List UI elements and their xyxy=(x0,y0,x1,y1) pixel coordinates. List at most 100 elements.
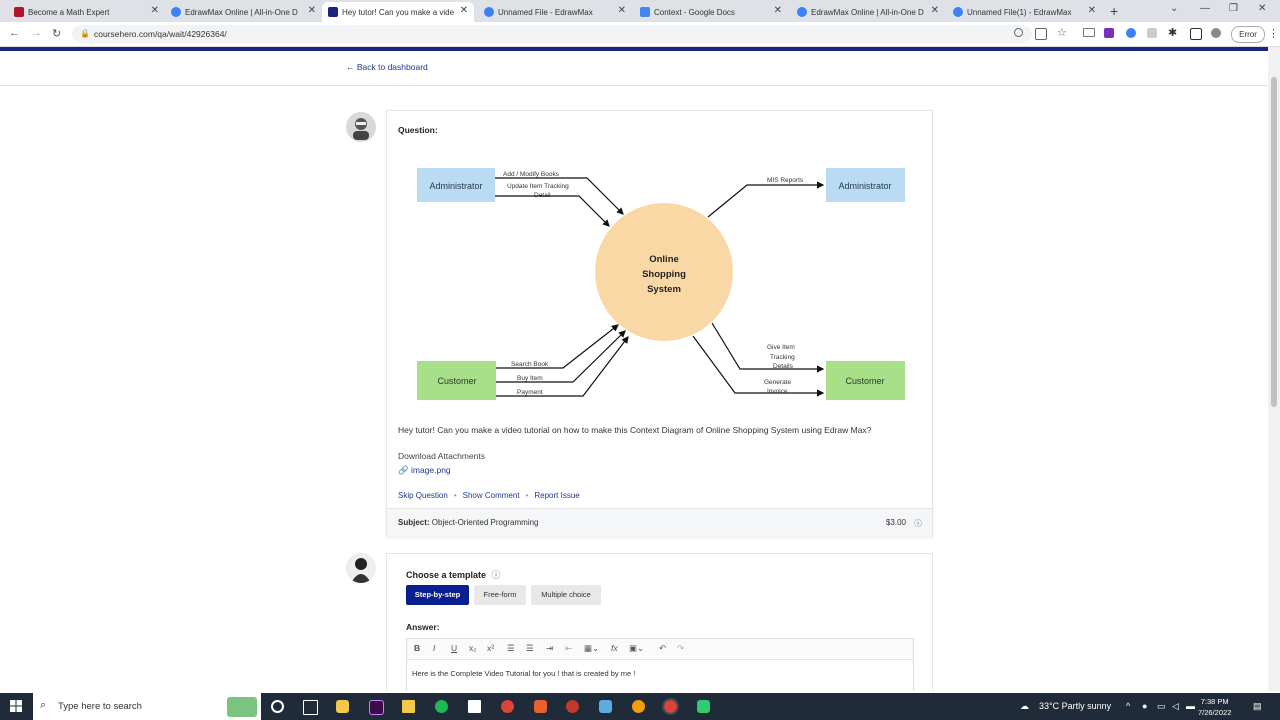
new-tab-icon[interactable]: + xyxy=(1110,3,1118,19)
question-text: Hey tutor! Can you make a video tutorial… xyxy=(398,425,872,435)
chevron-down-icon[interactable]: ⌄ xyxy=(1170,3,1178,14)
answer-text[interactable]: Here is the Complete Video Tutorial for … xyxy=(412,669,635,678)
share-icon[interactable] xyxy=(1035,28,1047,40)
close-icon[interactable]: ✕ xyxy=(1088,5,1096,16)
ordered-list-icon[interactable]: ☰ xyxy=(507,643,515,654)
back-to-dashboard-link[interactable]: ← Back to dashboard xyxy=(346,62,428,72)
close-icon[interactable]: ✕ xyxy=(931,5,939,16)
browser-tab-strip: Become a Math Expert ✕ EdrawMax Online |… xyxy=(0,0,1280,22)
show-comment-link[interactable]: Show Comment xyxy=(463,491,520,500)
page-scrollbar[interactable] xyxy=(1268,47,1280,691)
profile-avatar-icon[interactable] xyxy=(1211,28,1221,38)
tab-favicon-icon xyxy=(640,7,650,17)
underline-icon[interactable]: U xyxy=(451,643,457,653)
template-step-by-step-button[interactable]: Step-by-step xyxy=(406,585,469,605)
browser-tab[interactable]: Unnamed File - EdrawMax ✕ xyxy=(484,2,626,22)
taskbar-search[interactable]: ⌕ Type here to search xyxy=(33,693,261,720)
sidebar-icon[interactable] xyxy=(1190,28,1202,40)
admin-left-label: Administrator xyxy=(429,181,482,191)
minimize-icon[interactable]: — xyxy=(1200,3,1210,14)
formula-icon[interactable]: fx xyxy=(611,643,618,653)
app-icon[interactable] xyxy=(632,700,645,713)
browser-tab-active[interactable]: Hey tutor! Can you make a vide ✕ xyxy=(322,2,474,22)
error-button[interactable]: Error xyxy=(1231,26,1265,43)
template-multiple-choice-button[interactable]: Multiple choice xyxy=(531,585,601,605)
zoom-icon[interactable] xyxy=(1014,28,1023,37)
subscript-icon[interactable]: x₂ xyxy=(469,643,477,653)
chrome-active-icon[interactable] xyxy=(662,698,679,715)
address-bar[interactable]: 🔒 coursehero.com/qa/wait/42926364/ xyxy=(72,25,1032,43)
app-icon[interactable] xyxy=(534,700,547,713)
app-icon[interactable] xyxy=(336,700,349,713)
browser-tab[interactable]: Context - Google Docs ✕ xyxy=(640,2,782,22)
bold-icon[interactable]: B xyxy=(414,643,420,653)
browser-tab[interactable]: EdrawMax Online | All-in-One D ✕ xyxy=(797,2,939,22)
star-icon[interactable]: ☆ xyxy=(1057,26,1067,39)
premiere-icon[interactable] xyxy=(369,700,384,715)
mail-app-icon[interactable] xyxy=(599,700,612,713)
restore-icon[interactable]: ❐ xyxy=(1229,3,1238,14)
browser-tab[interactable]: EdrawMax Online | All-in-One D ✕ xyxy=(171,2,316,22)
info-icon[interactable]: ⓘ xyxy=(914,518,922,529)
flow-label: Buy Item xyxy=(517,375,543,382)
subject-label: Subject: xyxy=(398,518,430,527)
keyboard-icon[interactable]: ▬ xyxy=(1186,701,1195,711)
template-free-form-button[interactable]: Free-form xyxy=(474,585,526,605)
lock-icon: 🔒 xyxy=(80,29,90,38)
table-icon[interactable]: ▦⌄ xyxy=(584,643,599,654)
file-explorer-icon[interactable] xyxy=(402,700,415,713)
tab-title: EdrawMax Online | All-in-One D xyxy=(185,7,298,17)
context-diagram-image[interactable]: Administrator Administrator Customer Cus… xyxy=(415,161,905,406)
mail-icon[interactable] xyxy=(1083,28,1095,37)
customer-right-label: Customer xyxy=(845,376,884,386)
extension-globe-icon[interactable] xyxy=(1126,28,1136,38)
chevron-up-icon[interactable]: ^ xyxy=(1126,701,1130,711)
report-issue-link[interactable]: Report Issue xyxy=(534,491,579,500)
back-arrow-icon[interactable]: ← xyxy=(9,27,20,39)
scrollbar-thumb[interactable] xyxy=(1271,77,1277,407)
notifications-icon[interactable]: ▤ xyxy=(1253,701,1262,712)
redo-icon[interactable]: ↷ xyxy=(677,643,684,654)
browser-tab[interactable]: Unnamed File(1) - EdrawMax ✕ xyxy=(953,2,1096,22)
network-icon[interactable]: ▭ xyxy=(1157,701,1166,712)
cortana-icon[interactable] xyxy=(271,700,284,713)
forward-arrow-icon[interactable]: → xyxy=(31,27,42,39)
menu-dots-icon[interactable]: ⋮ xyxy=(1268,27,1279,40)
puzzle-icon[interactable]: ✱ xyxy=(1168,26,1177,39)
skip-question-link[interactable]: Skip Question xyxy=(398,491,448,500)
outdent-icon[interactable]: ⇤ xyxy=(565,643,572,654)
browser-tab[interactable]: Become a Math Expert ✕ xyxy=(14,2,159,22)
close-icon[interactable]: ✕ xyxy=(774,5,782,16)
image-icon[interactable]: ▣⌄ xyxy=(629,643,644,654)
notepad-icon[interactable] xyxy=(468,700,481,713)
answer-editor[interactable]: B I U x₂ x² ☰ ☰ ⇥ ⇤ ▦⌄ fx ▣⌄ ↶ ↷ Here is… xyxy=(406,638,914,691)
windows-start-icon[interactable] xyxy=(10,700,22,712)
chrome-icon[interactable] xyxy=(501,700,514,713)
system-label-line3: System xyxy=(647,284,681,295)
close-icon[interactable]: ✕ xyxy=(460,5,468,16)
close-icon[interactable]: ✕ xyxy=(151,5,159,16)
spotify-icon[interactable] xyxy=(435,700,448,713)
superscript-icon[interactable]: x² xyxy=(487,643,494,653)
tab-title: EdrawMax Online | All-in-One D xyxy=(811,7,924,17)
close-icon[interactable]: ✕ xyxy=(618,5,626,16)
bullet-list-icon[interactable]: ☰ xyxy=(526,643,534,654)
extension-s-icon[interactable] xyxy=(1104,28,1114,38)
task-view-icon[interactable] xyxy=(303,700,318,715)
undo-icon[interactable]: ↶ xyxy=(659,643,666,654)
app-icon[interactable] xyxy=(566,700,579,713)
weather-text[interactable]: 33°C Partly sunny xyxy=(1039,701,1111,711)
window-close-icon[interactable]: ✕ xyxy=(1258,3,1266,14)
indent-icon[interactable]: ⇥ xyxy=(546,643,553,654)
app-icon[interactable] xyxy=(697,700,710,713)
volume-icon[interactable]: ◁ xyxy=(1172,701,1179,712)
info-icon[interactable]: ⓘ xyxy=(492,570,501,580)
attachment-link[interactable]: 🔗 image.png xyxy=(398,465,451,476)
admin-right-label: Administrator xyxy=(838,181,891,191)
close-icon[interactable]: ✕ xyxy=(308,5,316,16)
microphone-icon[interactable]: ● xyxy=(1142,701,1147,711)
reload-icon[interactable]: ↻ xyxy=(52,27,61,40)
taskbar-clock[interactable]: 7:38 PM 7/26/2022 xyxy=(1198,696,1231,718)
extension-pen-icon[interactable] xyxy=(1147,28,1157,38)
italic-icon[interactable]: I xyxy=(433,643,435,653)
